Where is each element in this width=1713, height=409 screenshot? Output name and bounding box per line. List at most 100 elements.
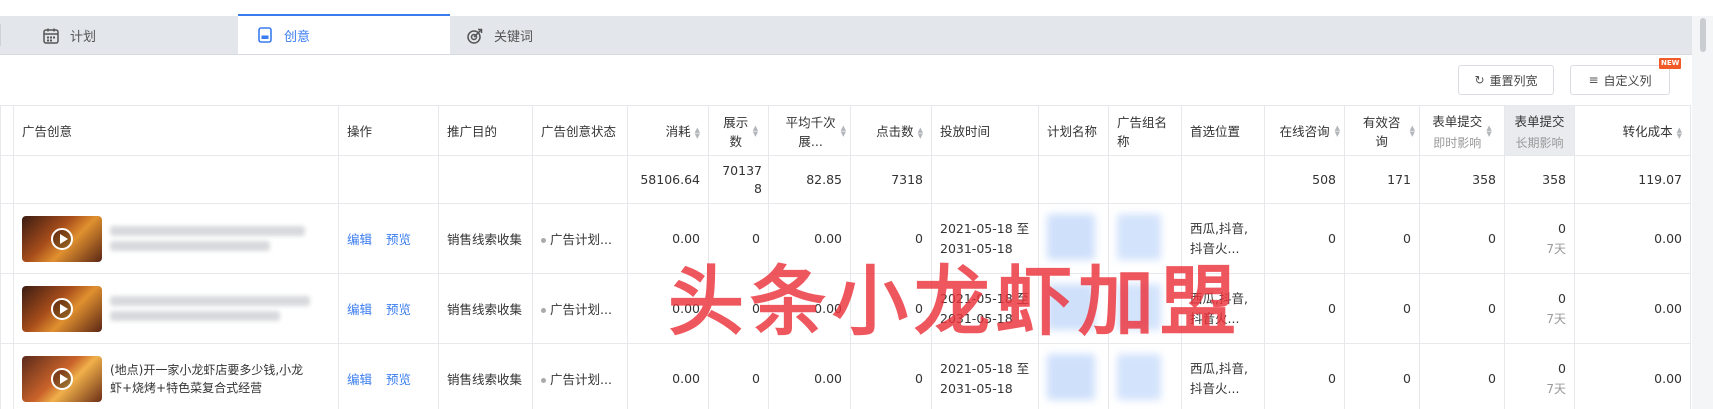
schedule-cell: 2021-05-18 至 2031-05-18: [931, 273, 1039, 344]
status-dot: [541, 378, 546, 383]
header-conversion-cost[interactable]: 转化成本 ▲ ▼: [1574, 105, 1691, 156]
schedule-cell: 2021-05-18 至 2031-05-18: [931, 203, 1039, 274]
summary-online-consult: 508: [1264, 155, 1345, 204]
refresh-icon: ↻: [1474, 73, 1485, 87]
sort-icon[interactable]: ▲ ▼: [1486, 124, 1491, 137]
valid-consult-cell: 0: [1344, 273, 1420, 344]
plan-name-cell[interactable]: [1038, 203, 1109, 274]
summary-valid-consult: 171: [1344, 155, 1420, 204]
video-thumbnail[interactable]: [22, 215, 102, 262]
header-creative[interactable]: 广告创意: [13, 105, 339, 156]
clicks-cell: 0: [850, 273, 932, 344]
tab-keyword[interactable]: 关键词: [466, 16, 626, 55]
online-consult-cell: 0: [1264, 203, 1345, 274]
table-row: 编辑 预览 销售线索收集 广告计划... 0.00 0 0.00 0 2021-0…: [0, 203, 1691, 274]
vertical-scrollbar[interactable]: [1692, 16, 1713, 409]
action-cell: 编辑 预览: [338, 203, 439, 274]
impressions-cell: 0: [708, 203, 769, 274]
group-name-cell[interactable]: [1108, 273, 1182, 344]
preview-link[interactable]: 预览: [386, 302, 411, 317]
header-schedule: 投放时间: [931, 105, 1039, 156]
cpm-cell: 0.00: [768, 203, 851, 274]
form-instant-cell: 0: [1419, 203, 1505, 274]
play-icon[interactable]: [51, 227, 73, 250]
plan-name-cell[interactable]: [1038, 343, 1109, 409]
creative-cell: [13, 273, 339, 344]
tab-plan[interactable]: 计划: [42, 16, 222, 55]
edit-link[interactable]: 编辑: [347, 232, 372, 247]
purpose-cell: 销售线索收集: [438, 273, 533, 344]
placement-cell: 西瓜,抖音, 抖音火...: [1181, 203, 1265, 274]
table-row: (地点)开一家小龙虾店要多少钱,小龙虾+烧烤+特色菜复合式经营 编辑 预览 销售线…: [0, 343, 1691, 409]
header-clicks[interactable]: 点击数 ▲ ▼: [850, 105, 932, 156]
play-icon[interactable]: [51, 297, 73, 320]
calendar-icon: [43, 28, 59, 44]
group-name-cell[interactable]: [1108, 343, 1182, 409]
cpm-cell: 0.00: [768, 273, 851, 344]
summary-conversion-cost: 119.07: [1574, 155, 1691, 204]
sort-icon[interactable]: ▲ ▼: [918, 126, 923, 139]
sort-icon[interactable]: ▲ ▼: [1410, 124, 1415, 137]
valid-consult-cell: 0: [1344, 343, 1420, 409]
play-icon[interactable]: [51, 367, 73, 390]
video-thumbnail[interactable]: [22, 355, 102, 402]
online-consult-cell: 0: [1264, 273, 1345, 344]
sort-icon[interactable]: ▲ ▼: [1677, 126, 1682, 139]
header-online-consult[interactable]: 在线咨询 ▲ ▼: [1264, 105, 1345, 156]
header-impressions[interactable]: 展示数▲ ▼: [708, 105, 769, 156]
clicks-cell: 0: [850, 203, 932, 274]
group-name-cell[interactable]: [1108, 203, 1182, 274]
status-cell: 广告计划...: [532, 203, 628, 274]
valid-consult-cell: 0: [1344, 203, 1420, 274]
list-icon: ≡: [1588, 73, 1599, 87]
header-form-long[interactable]: 表单提交 长期影响: [1504, 105, 1575, 156]
header-cpm[interactable]: 平均千次展...▲ ▼: [768, 105, 851, 156]
edit-link[interactable]: 编辑: [347, 302, 372, 317]
edit-link[interactable]: 编辑: [347, 372, 372, 387]
header-purpose: 推广目的: [438, 105, 533, 156]
reset-column-width-button[interactable]: ↻ 重置列宽: [1458, 65, 1554, 95]
sort-icon[interactable]: ▲ ▼: [841, 124, 846, 137]
creative-title-blurred: [110, 221, 310, 256]
custom-columns-button[interactable]: ≡ 自定义列: [1570, 65, 1670, 95]
creative-title[interactable]: (地点)开一家小龙虾店要多少钱,小龙虾+烧烤+特色菜复合式经营: [110, 361, 310, 397]
impressions-cell: 0: [708, 273, 769, 344]
tab-creative[interactable]: 创意: [238, 14, 450, 54]
action-cell: 编辑 预览: [338, 343, 439, 409]
header-action: 操作: [338, 105, 439, 156]
preview-link[interactable]: 预览: [386, 232, 411, 247]
status-cell: 广告计划...: [532, 273, 628, 344]
creative-cell: [13, 203, 339, 274]
cpm-cell: 0.00: [768, 343, 851, 409]
sort-icon[interactable]: ▲ ▼: [753, 124, 758, 137]
cost-cell: 0.00: [627, 203, 709, 274]
tab-creative-label: 创意: [284, 29, 311, 45]
video-thumbnail[interactable]: [22, 285, 102, 332]
summary-row: 58106.64 701378 82.85 7318 508 171 358 3…: [0, 155, 1691, 204]
summary-impressions: 701378: [708, 155, 769, 204]
header-form-instant[interactable]: 表单提交 即时影响 ▲ ▼: [1419, 105, 1505, 156]
purpose-cell: 销售线索收集: [438, 343, 533, 409]
summary-cpm: 82.85: [768, 155, 851, 204]
summary-clicks: 7318: [850, 155, 932, 204]
preview-link[interactable]: 预览: [386, 372, 411, 387]
tab-keyword-label: 关键词: [494, 30, 534, 45]
impressions-cell: 0: [708, 343, 769, 409]
tab-divider: [0, 24, 1, 46]
sort-icon[interactable]: ▲ ▼: [695, 126, 700, 139]
tab-plan-label: 计划: [70, 30, 97, 45]
sort-icon[interactable]: ▲ ▼: [1335, 124, 1340, 137]
form-instant-cell: 0: [1419, 273, 1505, 344]
summary-form-instant: 358: [1419, 155, 1505, 204]
header-valid-consult[interactable]: 有效咨询▲ ▼: [1344, 105, 1420, 156]
header-cost[interactable]: 消耗 ▲ ▼: [627, 105, 709, 156]
scrollbar-thumb[interactable]: [1700, 18, 1706, 52]
plan-name-cell[interactable]: [1038, 273, 1109, 344]
summary-form-long: 358: [1504, 155, 1575, 204]
conversion-cost-cell: 0.00: [1574, 273, 1691, 344]
new-badge: NEW: [1659, 58, 1682, 69]
summary-cost: 58106.64: [627, 155, 709, 204]
header-checkbox-cell: [0, 105, 14, 156]
status-dot: [541, 238, 546, 243]
header-placement: 首选位置: [1181, 105, 1265, 156]
